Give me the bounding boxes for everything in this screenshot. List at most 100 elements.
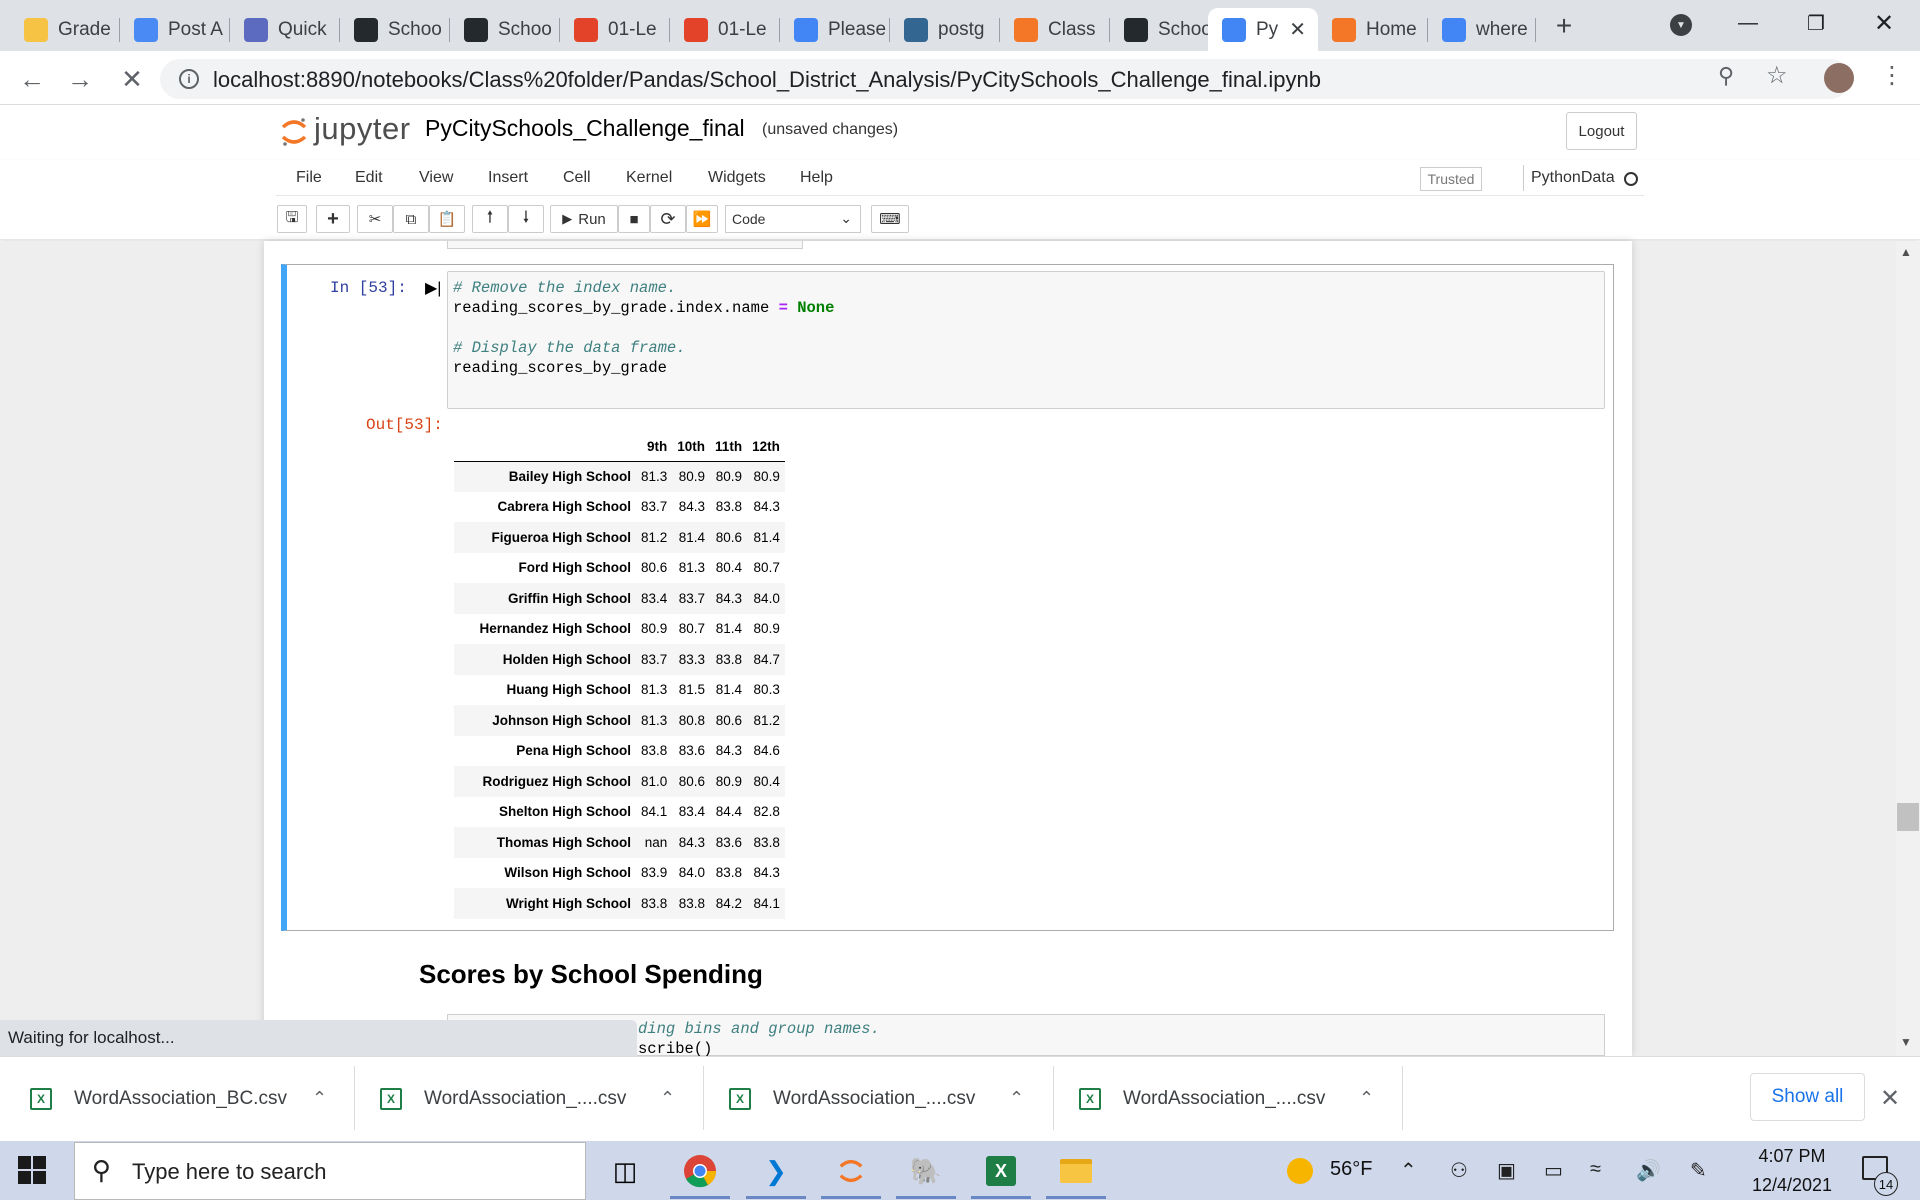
notebook-title[interactable]: PyCitySchools_Challenge_final bbox=[425, 115, 745, 142]
menu-insert[interactable]: Insert bbox=[488, 169, 528, 187]
site-info-icon[interactable]: i bbox=[179, 69, 199, 89]
pen-icon[interactable]: ✎ bbox=[1690, 1158, 1707, 1183]
clock-time[interactable]: 4:07 PM bbox=[1752, 1146, 1832, 1167]
jupyter-logo-icon[interactable] bbox=[280, 116, 308, 148]
browser-tab[interactable]: Home bbox=[1318, 8, 1428, 51]
browser-tab[interactable]: Please bbox=[780, 8, 890, 51]
browser-tab[interactable]: 01-Le bbox=[560, 8, 670, 51]
chevron-up-icon[interactable]: ⌃ bbox=[1009, 1088, 1024, 1109]
copy-icon[interactable]: ⧉ bbox=[393, 205, 429, 233]
trusted-indicator[interactable]: Trusted bbox=[1420, 167, 1482, 191]
browser-tab[interactable]: Schoo bbox=[450, 8, 560, 51]
menu-edit[interactable]: Edit bbox=[355, 169, 383, 187]
download-item[interactable]: X WordAssociation_BC.csv ⌃ bbox=[30, 1056, 327, 1141]
restore-button[interactable]: ❐ bbox=[1786, 6, 1846, 40]
interrupt-icon[interactable]: ■ bbox=[618, 205, 650, 233]
run-cell-icon[interactable]: ▶‎| bbox=[425, 278, 441, 298]
browser-tab[interactable]: Class bbox=[1000, 8, 1110, 51]
browser-tab[interactable]: Schoo bbox=[1110, 8, 1208, 51]
table-row: Cabrera High School 83.7 84.3 83.8 84.3 bbox=[454, 492, 785, 523]
move-up-icon[interactable]: 🠑 bbox=[472, 205, 508, 233]
stop-loading-button[interactable]: ✕ bbox=[114, 61, 150, 97]
jupyter-app-icon[interactable] bbox=[831, 1151, 871, 1191]
pgadmin-icon[interactable]: 🐘 bbox=[906, 1151, 946, 1191]
browser-tab[interactable]: Schoo bbox=[340, 8, 450, 51]
close-downloads-icon[interactable]: ✕ bbox=[1880, 1084, 1900, 1113]
screen-icon[interactable]: ▣ bbox=[1497, 1158, 1516, 1183]
close-tab-icon[interactable]: ✕ bbox=[1289, 17, 1306, 42]
insert-cell-icon[interactable]: + bbox=[316, 205, 350, 233]
move-down-icon[interactable]: 🠓 bbox=[508, 205, 544, 233]
close-window-button[interactable]: ✕ bbox=[1854, 6, 1914, 40]
browser-tab[interactable]: Quick bbox=[230, 8, 340, 51]
tab-label: Home bbox=[1366, 18, 1417, 40]
restart-icon[interactable]: ⟳ bbox=[650, 205, 686, 233]
battery-icon[interactable]: ▭ bbox=[1544, 1158, 1563, 1183]
browser-tab[interactable]: Grade bbox=[10, 8, 120, 51]
url-text[interactable]: localhost:8890/notebooks/Class%20folder/… bbox=[213, 67, 1321, 93]
browser-tab[interactable]: where bbox=[1428, 8, 1536, 51]
restart-run-all-icon[interactable]: ⏩ bbox=[686, 205, 718, 233]
forward-button[interactable]: → bbox=[62, 61, 98, 97]
volume-icon[interactable]: 🔊 bbox=[1636, 1158, 1661, 1183]
chevron-up-icon[interactable]: ⌃ bbox=[1400, 1158, 1417, 1183]
tab-label: Post A bbox=[168, 18, 223, 40]
table-row: Hernandez High School 80.9 80.7 81.4 80.9 bbox=[454, 614, 785, 645]
menu-kernel[interactable]: Kernel bbox=[626, 169, 672, 187]
clock-date[interactable]: 12/4/2021 bbox=[1746, 1175, 1838, 1196]
menu-widgets[interactable]: Widgets bbox=[708, 169, 766, 187]
excel-icon[interactable]: X bbox=[981, 1151, 1021, 1191]
menu-cell[interactable]: Cell bbox=[563, 169, 591, 187]
browser-tab[interactable]: Py ✕ bbox=[1208, 8, 1318, 51]
browser-tab[interactable]: postg bbox=[890, 8, 1000, 51]
new-tab-button[interactable]: + bbox=[1548, 10, 1580, 42]
table-cell: 83.8 bbox=[641, 895, 668, 911]
chrome-icon[interactable] bbox=[680, 1151, 720, 1191]
weather-icon[interactable] bbox=[1287, 1158, 1313, 1184]
back-button[interactable]: ← bbox=[14, 61, 50, 97]
kernel-name[interactable]: PythonData bbox=[1531, 169, 1615, 187]
windows-start-icon[interactable] bbox=[18, 1156, 46, 1184]
browser-menu-icon[interactable]: ⋮ bbox=[1880, 61, 1904, 90]
table-cell: 83.7 bbox=[678, 590, 706, 606]
cell-type-select[interactable]: Code ⌄ bbox=[725, 205, 861, 233]
menu-view[interactable]: View bbox=[419, 169, 453, 187]
file-explorer-icon[interactable] bbox=[1056, 1151, 1096, 1191]
menu-file[interactable]: File bbox=[296, 169, 322, 187]
browser-tab[interactable]: Post A bbox=[120, 8, 230, 51]
scroll-down-icon[interactable]: ▼ bbox=[1900, 1035, 1912, 1049]
vscode-icon[interactable]: ❯ bbox=[756, 1151, 796, 1191]
browser-tab[interactable]: 01-Le bbox=[670, 8, 780, 51]
scrollbar-thumb[interactable] bbox=[1897, 803, 1919, 831]
save-icon[interactable]: 🖫 bbox=[277, 205, 307, 233]
zoom-icon[interactable]: ⚲ bbox=[1718, 63, 1734, 89]
minimize-button[interactable]: — bbox=[1718, 6, 1778, 40]
profile-avatar[interactable] bbox=[1824, 63, 1854, 93]
vertical-scrollbar[interactable] bbox=[1896, 241, 1920, 1056]
download-divider bbox=[354, 1066, 355, 1130]
chevron-up-icon[interactable]: ⌃ bbox=[1359, 1088, 1374, 1109]
tab-search-button[interactable]: ▼ bbox=[1670, 14, 1692, 36]
cut-icon[interactable]: ✂ bbox=[357, 205, 393, 233]
row-index-label: Hernandez High School bbox=[479, 621, 631, 637]
weather-temperature[interactable]: 56°F bbox=[1330, 1158, 1372, 1181]
paste-icon[interactable]: 📋 bbox=[429, 205, 465, 233]
keyboard-icon[interactable]: ⌨ bbox=[871, 205, 909, 233]
chevron-up-icon[interactable]: ⌃ bbox=[312, 1088, 327, 1109]
meet-now-icon[interactable]: ⚇ bbox=[1450, 1158, 1468, 1183]
wifi-icon[interactable]: ≈ bbox=[1590, 1158, 1601, 1181]
chevron-up-icon[interactable]: ⌃ bbox=[660, 1088, 675, 1109]
run-button[interactable]: ▶ Run bbox=[550, 205, 618, 233]
download-item[interactable]: X WordAssociation_....csv ⌃ bbox=[380, 1056, 675, 1141]
show-all-downloads-button[interactable]: Show all bbox=[1750, 1073, 1865, 1121]
download-item[interactable]: X WordAssociation_....csv ⌃ bbox=[729, 1056, 1024, 1141]
tab-favicon-icon bbox=[684, 17, 708, 42]
scroll-up-icon[interactable]: ▲ bbox=[1900, 245, 1912, 259]
menu-help[interactable]: Help bbox=[800, 169, 833, 187]
task-view-icon[interactable]: ◫ bbox=[605, 1151, 645, 1191]
logout-button[interactable]: Logout bbox=[1566, 112, 1637, 150]
bookmark-star-icon[interactable]: ☆ bbox=[1766, 61, 1788, 90]
download-item[interactable]: X WordAssociation_....csv ⌃ bbox=[1079, 1056, 1374, 1141]
code-line-comment: # Remove the index name. bbox=[453, 279, 677, 297]
jupyter-logo-text[interactable]: jupyter bbox=[314, 111, 411, 147]
